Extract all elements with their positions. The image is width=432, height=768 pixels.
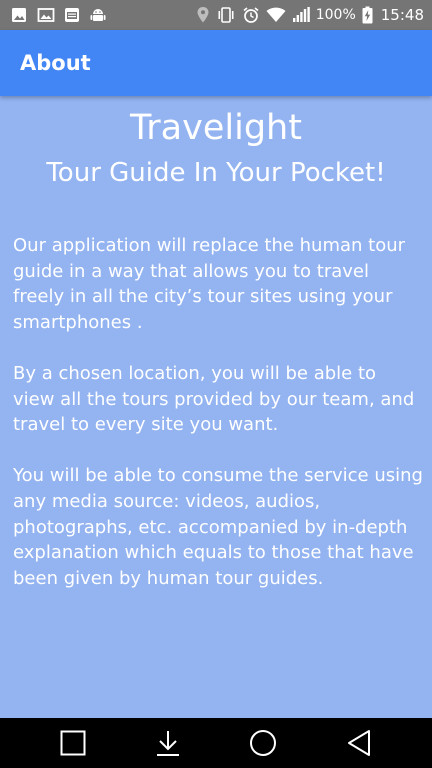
wifi-icon — [266, 6, 286, 24]
battery-charging-icon — [362, 6, 373, 24]
page-title: About — [20, 51, 91, 75]
circle-icon — [250, 730, 276, 756]
about-screen: 100% 15:48 About Travelight Tour Guide I… — [0, 0, 432, 768]
status-bar-system: 100% 15:48 — [196, 6, 424, 24]
app-name-heading: Travelight — [130, 108, 302, 148]
app-bar: About — [0, 30, 432, 96]
app-badge-icon — [64, 6, 80, 24]
status-bar-notifications — [10, 6, 107, 24]
clock: 15:48 — [380, 6, 424, 24]
home-button[interactable] — [233, 718, 293, 768]
description-paragraph: You will be able to consume the service … — [13, 465, 423, 589]
location-icon — [196, 6, 210, 24]
tagline-heading: Tour Guide In Your Pocket! — [46, 158, 386, 188]
square-icon — [60, 730, 86, 756]
description-paragraph: By a chosen location, you will be able t… — [13, 362, 415, 436]
overview-button[interactable] — [43, 718, 103, 768]
image-icon — [37, 6, 55, 24]
gallery-icon — [10, 6, 28, 24]
navigation-bar — [0, 718, 432, 768]
about-content: Travelight Tour Guide In Your Pocket! Ou… — [0, 96, 432, 718]
notifications-pull-button[interactable] — [138, 718, 198, 768]
back-button[interactable] — [329, 718, 389, 768]
arrow-down-icon — [157, 731, 179, 756]
description-paragraph: Our application will replace the human t… — [13, 235, 406, 333]
signal-icon — [292, 6, 310, 24]
about-description: Our application will replace the human t… — [13, 233, 423, 617]
status-bar: 100% 15:48 — [0, 0, 432, 30]
android-icon — [89, 6, 107, 24]
vibrate-icon — [216, 6, 236, 24]
back-triangle-icon — [348, 730, 370, 756]
battery-percent: 100% — [315, 7, 356, 23]
alarm-icon — [242, 6, 260, 24]
